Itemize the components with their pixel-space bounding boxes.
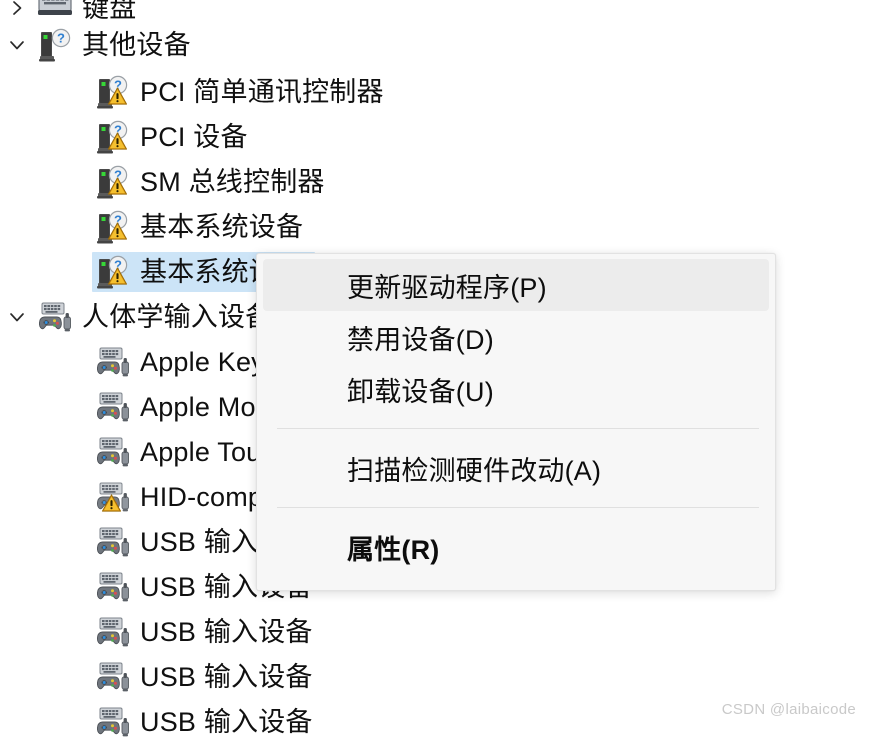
warning-device-icon: ? — [92, 72, 134, 112]
tree-row-content[interactable]: ? PCI 简单通讯控制器 — [92, 72, 396, 112]
warning-device-icon: ? — [92, 252, 134, 292]
watermark: CSDN @laibaicode — [721, 701, 856, 718]
chevron-down-icon[interactable] — [0, 23, 34, 67]
tree-row-content[interactable]: 人体学输入设备 — [34, 297, 284, 337]
tree-row[interactable]: USB 输入设备 — [0, 610, 325, 654]
warning-device-icon: ? — [92, 117, 134, 157]
tree-row-content[interactable]: USB 输入设备 — [92, 702, 325, 742]
menu-separator — [277, 507, 759, 508]
tree-row[interactable]: ? PCI 简单通讯控制器 — [0, 70, 396, 114]
menu-item[interactable]: 扫描检测硬件改动(A) — [263, 442, 769, 494]
menu-item[interactable]: 更新驱动程序(P) — [263, 259, 769, 311]
tree-row[interactable]: ? PCI 设备 — [0, 115, 260, 159]
hid-icon — [92, 702, 134, 742]
menu-item[interactable]: 属性(R) — [263, 521, 769, 573]
tree-row-label: PCI 简单通讯控制器 — [140, 76, 384, 107]
hid-warning-icon — [92, 477, 134, 517]
tree-row-content[interactable]: ? 基本系统设备 — [92, 207, 315, 247]
tree-row-label: PCI 设备 — [140, 121, 248, 152]
menu-item[interactable]: 卸载设备(U) — [263, 363, 769, 415]
hid-icon — [92, 612, 134, 652]
tree-row[interactable]: USB 输入设备 — [0, 700, 325, 744]
tree-row-label: USB 输入设备 — [140, 616, 313, 647]
menu-item[interactable]: 禁用设备(D) — [263, 311, 769, 363]
menu-separator — [277, 428, 759, 429]
tree-row-content[interactable]: ? PCI 设备 — [92, 117, 260, 157]
tree-row[interactable]: ? SM 总线控制器 — [0, 160, 337, 204]
tree-row-content[interactable]: ? SM 总线控制器 — [92, 162, 337, 202]
chevron-down-icon[interactable] — [0, 295, 34, 339]
tree-row-content[interactable]: ? 其他设备 — [34, 25, 203, 65]
tree-row-label: USB 输入设备 — [140, 706, 313, 737]
tree-row[interactable]: ? 其他设备 — [0, 23, 203, 67]
hid-icon — [92, 432, 134, 472]
hid-icon — [92, 342, 134, 382]
tree-row[interactable]: 人体学输入设备 — [0, 295, 284, 339]
tree-row-label: 人体学输入设备 — [82, 301, 273, 332]
tree-row-label: 基本系统设备 — [140, 211, 304, 242]
hid-icon — [92, 387, 134, 427]
unknown-device-icon: ? — [34, 25, 76, 65]
warning-device-icon: ? — [92, 207, 134, 247]
tree-row[interactable]: USB 输入设备 — [0, 655, 325, 699]
tree-row-label: USB 输入设备 — [140, 661, 313, 692]
tree-row-label: 其他设备 — [82, 29, 191, 60]
device-context-menu[interactable]: 更新驱动程序(P) 禁用设备(D) 卸载设备(U) 扫描检测硬件改动(A) 属性(R) — [256, 253, 776, 591]
svg-text:?: ? — [57, 31, 65, 46]
hid-icon — [92, 522, 134, 562]
hid-icon — [92, 657, 134, 697]
tree-row-content[interactable]: USB 输入设备 — [92, 657, 325, 697]
tree-row-content[interactable]: USB 输入设备 — [92, 612, 325, 652]
hid-icon — [92, 567, 134, 607]
hid-icon — [34, 297, 76, 337]
tree-row-label: SM 总线控制器 — [140, 166, 325, 197]
warning-device-icon: ? — [92, 162, 134, 202]
tree-row-label: 键盘 — [82, 0, 137, 23]
tree-row[interactable]: ? 基本系统设备 — [0, 205, 315, 249]
